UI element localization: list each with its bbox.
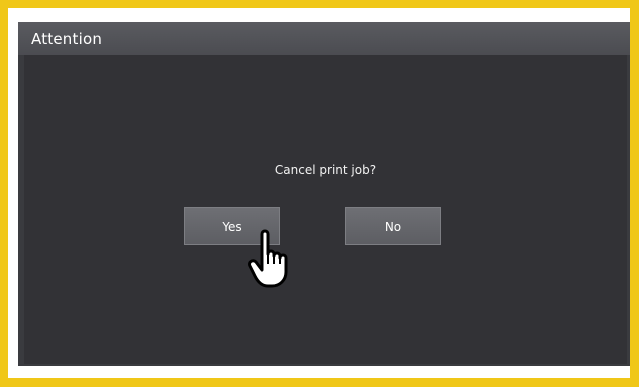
hand-pointer-icon xyxy=(248,229,288,288)
bottom-strip xyxy=(18,366,630,374)
dialog-titlebar: Attention xyxy=(18,22,630,55)
dialog-message: Cancel print job? xyxy=(274,163,377,177)
dialog-title: Attention xyxy=(31,30,103,48)
dialog-content: Cancel print job? Yes No xyxy=(24,55,627,364)
no-button[interactable]: No xyxy=(345,207,441,245)
